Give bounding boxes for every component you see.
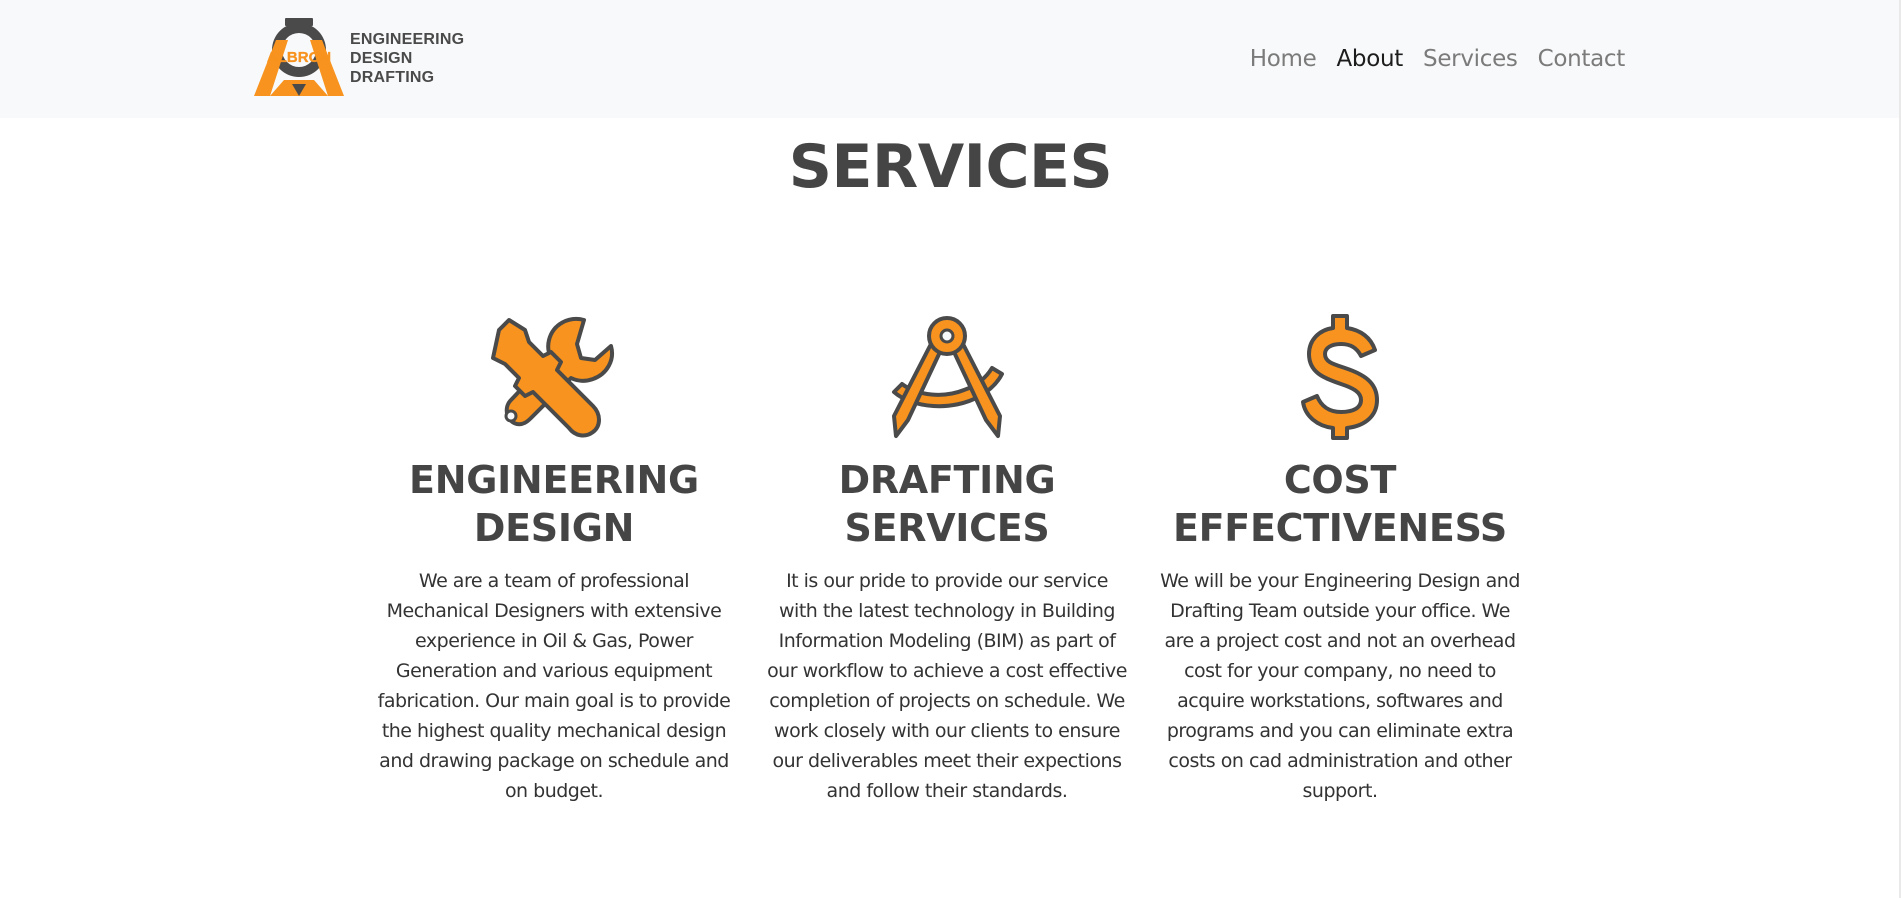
service-card-drafting: DRAFTING SERVICES It is our pride to pro… <box>766 312 1128 806</box>
brand-name: ENGINEERING DESIGN DRAFTING <box>350 30 464 87</box>
brand-logo-link[interactable]: ALBRON ENGINEERING DESIGN DRAFTING <box>254 18 464 98</box>
nav-services[interactable]: Services <box>1413 42 1528 76</box>
brand-line-2: DESIGN <box>350 49 413 67</box>
service-text-cost: We will be your Engineering Design and D… <box>1160 570 1520 802</box>
service-title-line: COST <box>1283 458 1397 502</box>
brand-logo-text: ALBRON <box>267 49 331 66</box>
gear-a-logo-icon: ALBRON <box>254 18 344 96</box>
navbar: ALBRON ENGINEERING DESIGN DRAFTING Home … <box>0 0 1901 118</box>
nav-contact[interactable]: Contact <box>1528 42 1635 76</box>
service-title-cost: COST EFFECTIVENESS <box>1173 456 1507 552</box>
service-card-cost: COST EFFECTIVENESS We will be your Engin… <box>1159 312 1521 806</box>
dollar-sign-icon <box>1301 314 1379 440</box>
wrench-screwdriver-icon <box>491 317 614 438</box>
nav-about[interactable]: About <box>1327 42 1414 76</box>
service-title-line: DRAFTING <box>838 458 1056 502</box>
service-title-line: DESIGN <box>473 506 635 550</box>
service-title-line: ENGINEERING <box>409 458 699 502</box>
service-text-engineering: We are a team of professional Mechanical… <box>377 570 731 802</box>
service-card-engineering: ENGINEERING DESIGN We are a team of prof… <box>373 312 735 806</box>
page-title: SERVICES <box>788 132 1113 202</box>
nav-home[interactable]: Home <box>1240 42 1327 76</box>
main-nav: Home About Services Contact <box>1240 42 1635 76</box>
service-text-drafting: It is our pride to provide our service w… <box>767 570 1127 802</box>
service-title-engineering: ENGINEERING DESIGN <box>409 456 699 552</box>
brand-line-3: DRAFTING <box>350 68 435 86</box>
brand-line-1: ENGINEERING <box>350 30 465 48</box>
service-title-drafting: DRAFTING SERVICES <box>839 456 1056 552</box>
service-title-line: EFFECTIVENESS <box>1172 506 1508 550</box>
service-title-line: SERVICES <box>844 506 1050 550</box>
drafting-compass-icon <box>892 316 1004 438</box>
services-grid: ENGINEERING DESIGN We are a team of prof… <box>373 312 1521 806</box>
